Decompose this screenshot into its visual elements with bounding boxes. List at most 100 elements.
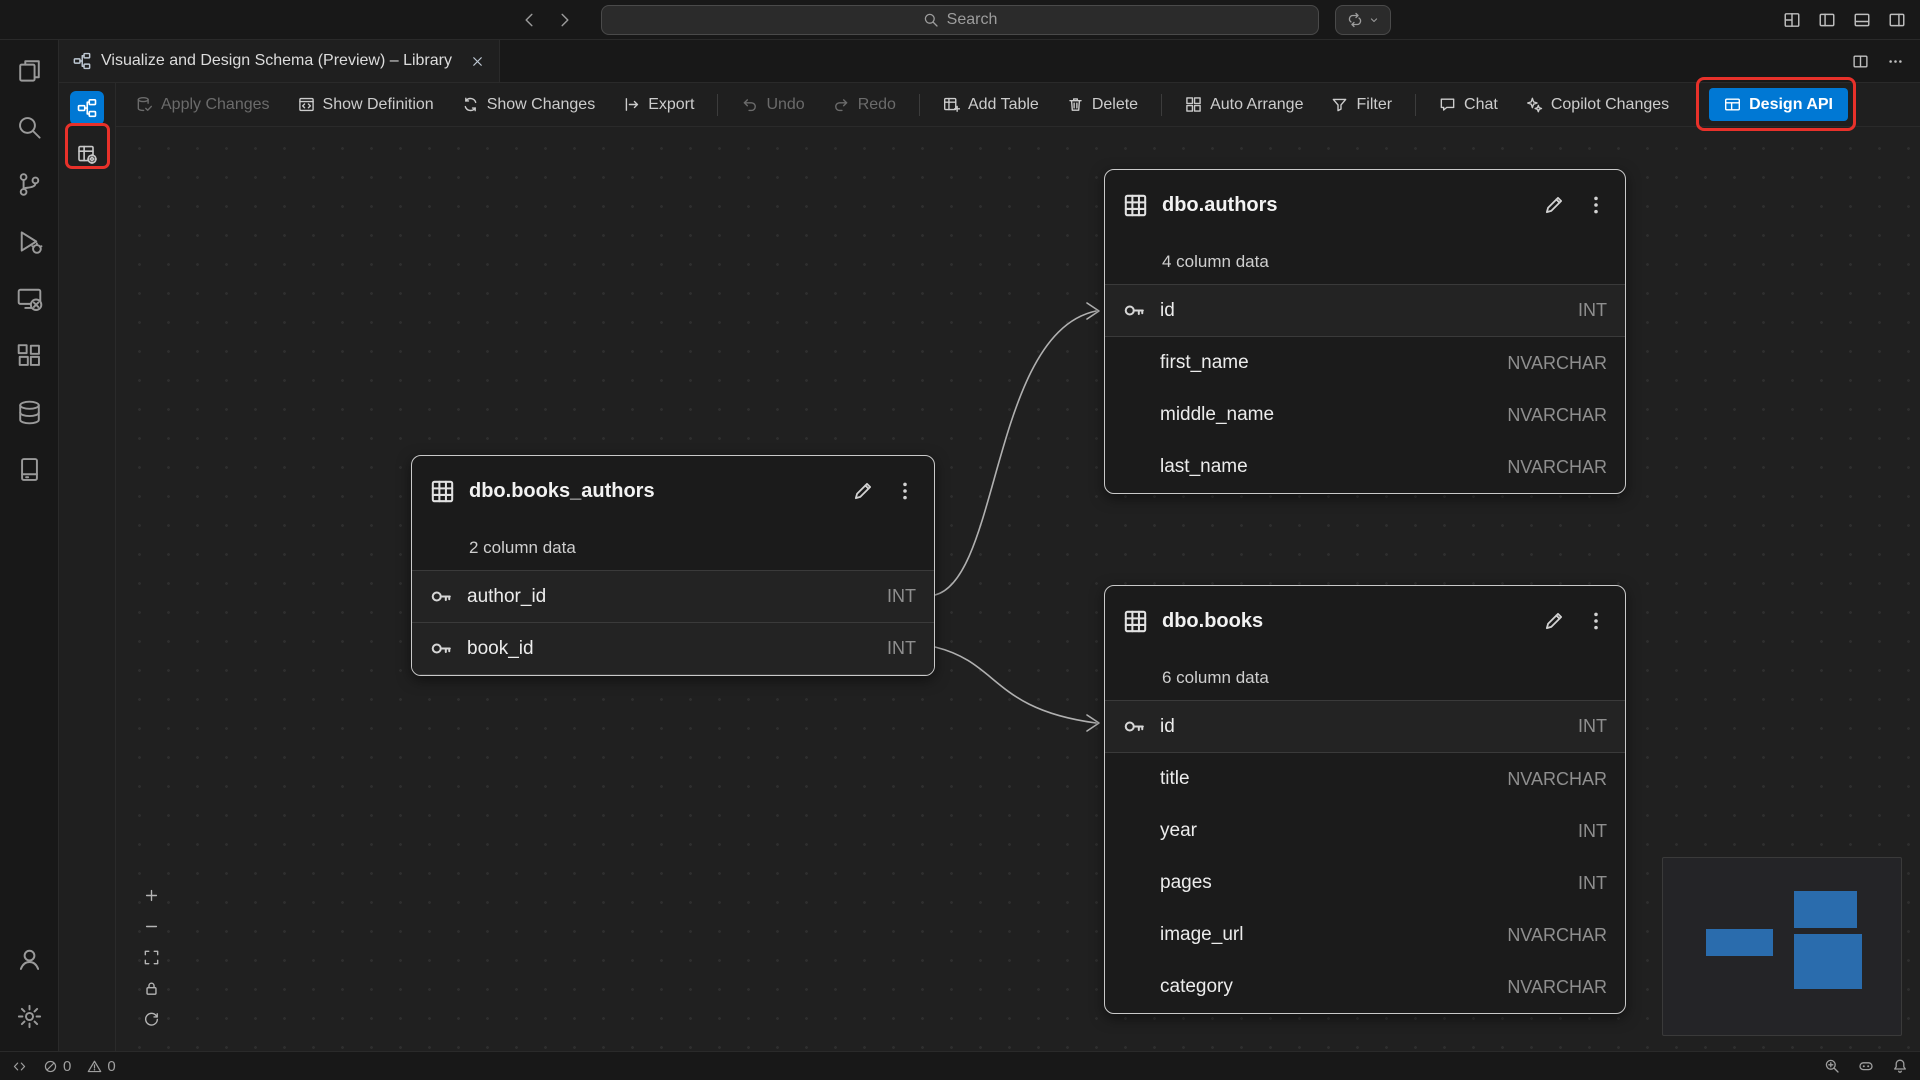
fit-view-button[interactable]: [136, 942, 166, 973]
column-type: NVARCHAR: [1507, 977, 1607, 998]
apply-changes-button[interactable]: Apply Changes: [124, 89, 282, 121]
column-row[interactable]: last_name NVARCHAR: [1105, 441, 1625, 493]
tab-label: Visualize and Design Schema (Preview) – …: [101, 52, 452, 70]
search-icon: [923, 12, 939, 28]
minimap[interactable]: [1662, 857, 1902, 1036]
add-table-icon: [943, 96, 960, 113]
activity-source-control-button[interactable]: [0, 156, 58, 213]
edit-table-button[interactable]: [1543, 194, 1565, 216]
activity-run-debug-button[interactable]: [0, 213, 58, 270]
column-row[interactable]: year INT: [1105, 805, 1625, 857]
column-type: INT: [887, 638, 916, 659]
activity-extensions-button[interactable]: [0, 327, 58, 384]
column-name: title: [1160, 768, 1190, 790]
table-subtitle: 6 column data: [1105, 656, 1625, 700]
accounts-button[interactable]: [0, 931, 58, 988]
run-debug-icon: [16, 228, 43, 255]
column-row[interactable]: first_name NVARCHAR: [1105, 337, 1625, 389]
add-table-button[interactable]: Add Table: [931, 89, 1051, 121]
column-row[interactable]: book_id INT: [412, 623, 934, 675]
export-button[interactable]: Export: [611, 89, 706, 121]
filter-icon: [1331, 96, 1348, 113]
filter-button[interactable]: Filter: [1319, 89, 1404, 121]
relationship-connectors: [116, 127, 1920, 1051]
editor-more-actions-button[interactable]: [1887, 53, 1904, 70]
table-menu-button[interactable]: [1585, 194, 1607, 216]
chat-button[interactable]: Chat: [1427, 89, 1510, 121]
auto-arrange-button[interactable]: Auto Arrange: [1173, 89, 1315, 121]
undo-button[interactable]: Undo: [729, 89, 816, 121]
table-icon: [430, 479, 455, 504]
redo-button[interactable]: Redo: [821, 89, 908, 121]
edit-table-button[interactable]: [1543, 610, 1565, 632]
customize-layout-button[interactable]: [1783, 11, 1801, 29]
remote-indicator-button[interactable]: [12, 1059, 27, 1074]
schema-canvas[interactable]: dbo.books_authors 2 column data author_i…: [116, 127, 1920, 1051]
editor-zoom-button[interactable]: [1824, 1058, 1840, 1074]
minimap-node-authors: [1794, 891, 1857, 928]
column-name: author_id: [467, 586, 546, 608]
toggle-primary-sidebar-button[interactable]: [1818, 11, 1836, 29]
column-name: category: [1160, 976, 1233, 998]
reset-view-button[interactable]: [136, 1004, 166, 1035]
activity-search-button[interactable]: [0, 99, 58, 156]
schema-diagram-view-button[interactable]: [70, 91, 104, 125]
toolbar-divider: [717, 94, 718, 116]
column-row[interactable]: author_id INT: [412, 571, 934, 623]
column-row[interactable]: image_url NVARCHAR: [1105, 909, 1625, 961]
tab-visualize-schema[interactable]: Visualize and Design Schema (Preview) – …: [59, 40, 500, 82]
column-row[interactable]: title NVARCHAR: [1105, 753, 1625, 805]
table-columns: id INT title NVARCHAR year INT pages INT…: [1105, 700, 1625, 1013]
branch-icon: [16, 171, 43, 198]
export-icon: [623, 96, 640, 113]
problems-errors-button[interactable]: 0: [43, 1058, 71, 1075]
table-menu-button[interactable]: [894, 480, 916, 502]
show-changes-button[interactable]: Show Changes: [450, 89, 608, 121]
minus-icon: [143, 918, 160, 935]
redo-icon: [833, 96, 850, 113]
column-row[interactable]: id INT: [1105, 285, 1625, 337]
undo-icon: [741, 96, 758, 113]
activity-database-projects-button[interactable]: [0, 441, 58, 498]
sparkle-icon: [1526, 96, 1543, 113]
plus-icon: [143, 887, 160, 904]
settings-button[interactable]: [0, 988, 58, 1045]
remote-indicator-icon: [12, 1059, 27, 1074]
column-row[interactable]: id INT: [1105, 701, 1625, 753]
table-title: dbo.books_authors: [469, 480, 655, 503]
column-row[interactable]: pages INT: [1105, 857, 1625, 909]
edit-table-button[interactable]: [852, 480, 874, 502]
copilot-changes-button[interactable]: Copilot Changes: [1514, 89, 1681, 121]
table-definition-view-button[interactable]: [70, 137, 104, 171]
search-input[interactable]: Search: [601, 5, 1319, 35]
problems-warnings-button[interactable]: 0: [87, 1058, 115, 1075]
toggle-panel-button[interactable]: [1853, 11, 1871, 29]
table-menu-button[interactable]: [1585, 610, 1607, 632]
history-forward-button[interactable]: [556, 11, 574, 29]
lock-canvas-button[interactable]: [136, 973, 166, 1004]
activity-sql-server-button[interactable]: [0, 384, 58, 441]
design-api-button[interactable]: Design API: [1709, 88, 1848, 121]
column-row[interactable]: middle_name NVARCHAR: [1105, 389, 1625, 441]
copilot-menu-button[interactable]: [1335, 5, 1391, 35]
show-definition-button[interactable]: Show Definition: [286, 89, 446, 121]
arrow-right-icon: [556, 11, 574, 29]
delete-button[interactable]: Delete: [1055, 89, 1150, 121]
table-node-books[interactable]: dbo.books 6 column data id INT title NVA…: [1104, 585, 1626, 1014]
history-back-button[interactable]: [520, 11, 538, 29]
toggle-secondary-sidebar-button[interactable]: [1888, 11, 1906, 29]
split-editor-button[interactable]: [1852, 53, 1869, 70]
activity-explorer-button[interactable]: [0, 42, 58, 99]
copilot-status-button[interactable]: [1858, 1058, 1874, 1074]
toolbar-divider: [919, 94, 920, 116]
zoom-in-button[interactable]: [136, 880, 166, 911]
notifications-button[interactable]: [1892, 1058, 1908, 1074]
activity-remote-explorer-button[interactable]: [0, 270, 58, 327]
tab-close-button[interactable]: [470, 54, 485, 69]
table-subtitle: 4 column data: [1105, 240, 1625, 284]
lock-icon: [143, 980, 160, 997]
column-row[interactable]: category NVARCHAR: [1105, 961, 1625, 1013]
table-node-books-authors[interactable]: dbo.books_authors 2 column data author_i…: [411, 455, 935, 676]
zoom-out-button[interactable]: [136, 911, 166, 942]
table-node-authors[interactable]: dbo.authors 4 column data id INT first_n…: [1104, 169, 1626, 494]
